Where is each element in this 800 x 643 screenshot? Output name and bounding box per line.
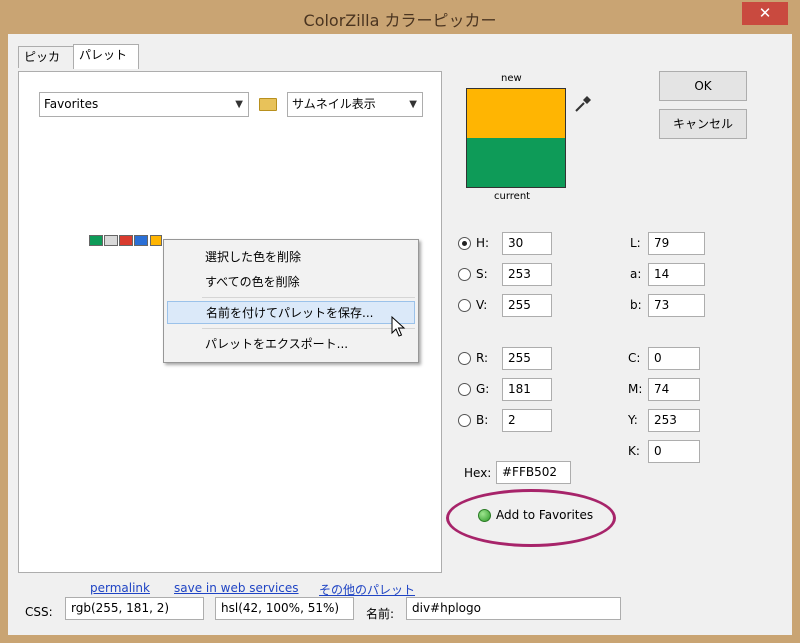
g-field[interactable]: 181 (502, 378, 552, 401)
folder-icon[interactable] (259, 98, 277, 111)
save-web-services-link[interactable]: save in web services (174, 581, 299, 595)
palette-select[interactable]: Favorites ▼ (39, 92, 249, 117)
s-label: S: (476, 267, 488, 281)
a-label: a: (630, 267, 642, 281)
hex-field[interactable]: #FFB502 (496, 461, 571, 484)
radio-g[interactable] (458, 383, 471, 396)
r-label: R: (476, 351, 489, 365)
a-field[interactable]: 14 (648, 263, 705, 286)
b-lab-field[interactable]: 73 (648, 294, 705, 317)
current-color-swatch[interactable] (467, 138, 565, 187)
hex-label: Hex: (464, 466, 492, 480)
current-label: current (494, 191, 531, 202)
swatch-selected[interactable] (150, 235, 162, 246)
ok-button[interactable]: OK (659, 71, 747, 101)
add-icon (478, 509, 491, 522)
css-rgb-field[interactable]: rgb(255, 181, 2) (65, 597, 204, 620)
mouse-cursor-icon (391, 315, 406, 337)
radio-b[interactable] (458, 414, 471, 427)
y-label: Y: (628, 413, 638, 427)
context-menu: 選択した色を削除 すべての色を削除 名前を付けてパレットを保存... パレットを… (163, 239, 419, 363)
menu-separator (202, 328, 415, 329)
dialog-client-area: ピッカー パレット Favorites ▼ サムネイル表示 ▼ 選択した色を削除 (8, 34, 792, 635)
window-title: ColorZilla カラーピッカー (303, 11, 497, 30)
swatch[interactable] (89, 235, 103, 246)
radio-s[interactable] (458, 268, 471, 281)
b-lab-label: b: (630, 298, 642, 312)
l-label: L: (630, 236, 641, 250)
s-field[interactable]: 253 (502, 263, 552, 286)
view-mode-select[interactable]: サムネイル表示 ▼ (287, 92, 423, 117)
tab-picker[interactable]: ピッカー (18, 46, 74, 85)
other-palettes-link[interactable]: その他のパレット (319, 581, 415, 598)
swatch[interactable] (134, 235, 148, 246)
css-hsl-field[interactable]: hsl(42, 100%, 51%) (215, 597, 354, 620)
k-field[interactable]: 0 (648, 440, 700, 463)
eyedropper-icon[interactable] (573, 94, 593, 114)
m-label: M: (628, 382, 643, 396)
radio-r[interactable] (458, 352, 471, 365)
name-label: 名前: (366, 607, 395, 621)
view-mode-value: サムネイル表示 (292, 97, 376, 111)
l-field[interactable]: 79 (648, 232, 705, 255)
chevron-down-icon: ▼ (235, 99, 243, 110)
add-to-favorites-button[interactable]: Add to Favorites (478, 504, 596, 530)
radio-v[interactable] (458, 299, 471, 312)
menu-item-delete-selected[interactable]: 選択した色を削除 (167, 246, 415, 269)
cancel-button[interactable]: キャンセル (659, 109, 747, 139)
c-field[interactable]: 0 (648, 347, 700, 370)
swatch[interactable] (104, 235, 118, 246)
menu-item-export-palette[interactable]: パレットをエクスポート... (167, 333, 415, 356)
chevron-down-icon: ▼ (409, 99, 417, 110)
g-label: G: (476, 382, 490, 396)
v-label: V: (476, 298, 488, 312)
menu-item-delete-all[interactable]: すべての色を削除 (167, 271, 415, 294)
m-field[interactable]: 74 (648, 378, 700, 401)
add-to-favorites-label: Add to Favorites (496, 508, 594, 522)
radio-h[interactable] (458, 237, 471, 250)
h-label: H: (476, 236, 490, 250)
title-bar[interactable]: ColorZilla カラーピッカー ✕ (0, 0, 800, 34)
permalink-link[interactable]: permalink (90, 581, 150, 595)
c-label: C: (628, 351, 641, 365)
b-label: B: (476, 413, 489, 427)
new-label: new (501, 73, 522, 84)
v-field[interactable]: 255 (502, 294, 552, 317)
tab-palette[interactable]: パレット (73, 44, 139, 69)
h-field[interactable]: 30 (502, 232, 552, 255)
color-preview (466, 88, 566, 188)
palette-select-value: Favorites (44, 97, 99, 111)
menu-item-save-palette-as[interactable]: 名前を付けてパレットを保存... (167, 301, 415, 324)
k-label: K: (628, 444, 640, 458)
swatch[interactable] (119, 235, 133, 246)
close-button[interactable]: ✕ (742, 2, 788, 25)
element-name-field[interactable]: div#hplogo (406, 597, 621, 620)
menu-separator (202, 297, 415, 298)
y-field[interactable]: 253 (648, 409, 700, 432)
color-picker-window: ColorZilla カラーピッカー ✕ ピッカー パレット Favorites… (0, 0, 800, 643)
css-label: CSS: (25, 605, 53, 619)
palette-panel: Favorites ▼ サムネイル表示 ▼ 選択した色を削除 すべての色を削除 … (18, 71, 442, 597)
r-field[interactable]: 255 (502, 347, 552, 370)
new-color-swatch (467, 89, 565, 138)
b-field[interactable]: 2 (502, 409, 552, 432)
